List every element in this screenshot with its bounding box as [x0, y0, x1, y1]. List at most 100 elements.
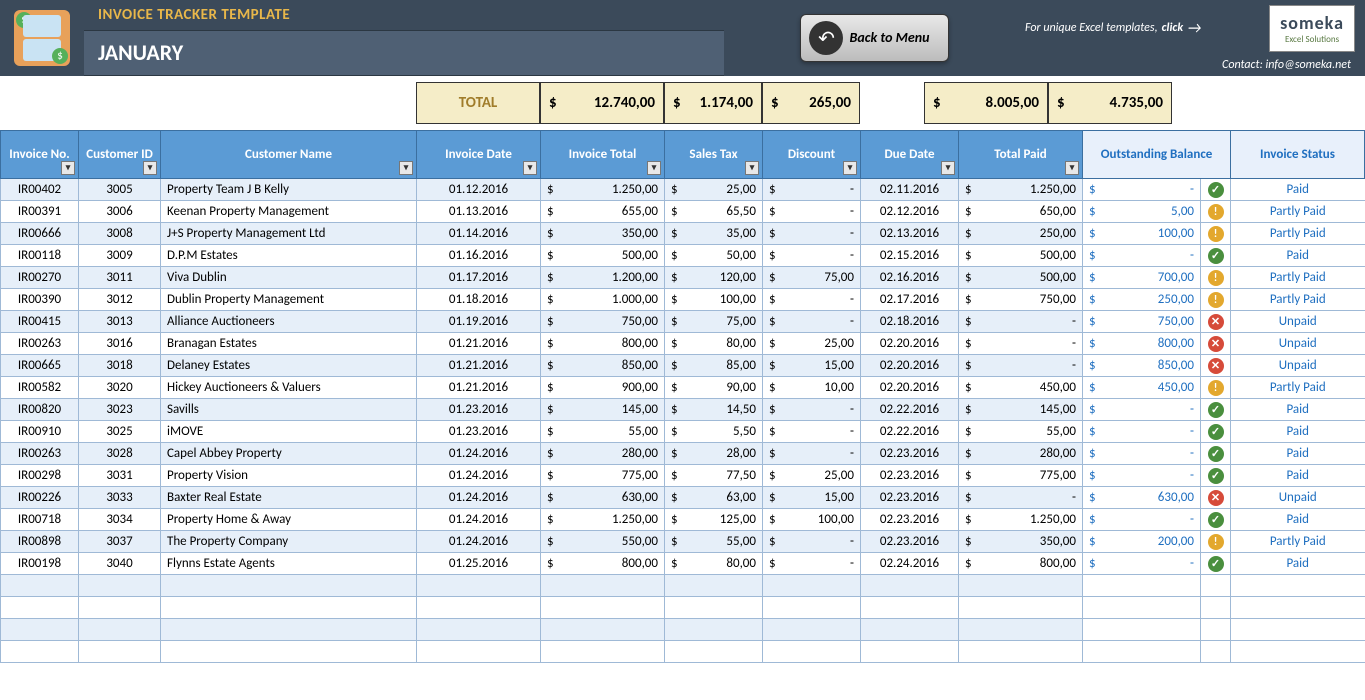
cell-total-paid[interactable]: $500,00	[959, 245, 1083, 267]
cell-discount[interactable]: $10,00	[763, 377, 861, 399]
cell-total-paid[interactable]: $450,00	[959, 377, 1083, 399]
cell-customer-name[interactable]: Savills	[161, 399, 417, 421]
cell-invoice-date[interactable]: 01.23.2016	[417, 399, 541, 421]
cell-customer-name[interactable]: Property Team J B Kelly	[161, 179, 417, 201]
cell-discount[interactable]: $100,00	[763, 509, 861, 531]
contact-info[interactable]: Contact: info@someka.net	[1025, 58, 1355, 72]
filter-icon[interactable]: ▾	[647, 161, 661, 175]
cell-discount[interactable]: $-	[763, 289, 861, 311]
cell-sales-tax[interactable]: $25,00	[665, 179, 763, 201]
cell-invoice-date[interactable]: 01.19.2016	[417, 311, 541, 333]
cell-customer-name[interactable]: Dublin Property Management	[161, 289, 417, 311]
cell-invoice-total[interactable]: $850,00	[541, 355, 665, 377]
cell-invoice-no[interactable]: IR00298	[1, 465, 79, 487]
cell-due-date[interactable]: 02.23.2016	[861, 509, 959, 531]
th-invoice-date[interactable]: Invoice Date▾	[417, 131, 541, 179]
cell-sales-tax[interactable]: $55,00	[665, 531, 763, 553]
cell-invoice-total[interactable]: $900,00	[541, 377, 665, 399]
cell-customer-name[interactable]: Branagan Estates	[161, 333, 417, 355]
cell-sales-tax[interactable]: $50,00	[665, 245, 763, 267]
cell-invoice-date[interactable]: 01.23.2016	[417, 421, 541, 443]
cell-customer-id[interactable]: 3034	[79, 509, 161, 531]
table-row[interactable]: IR002633028Capel Abbey Property01.24.201…	[1, 443, 1365, 465]
cell-total-paid[interactable]: $145,00	[959, 399, 1083, 421]
cell-customer-id[interactable]: 3005	[79, 179, 161, 201]
cell-invoice-no[interactable]: IR00263	[1, 333, 79, 355]
table-row[interactable]: IR007183034Property Home & Away01.24.201…	[1, 509, 1365, 531]
cell-customer-id[interactable]: 3037	[79, 531, 161, 553]
cell-invoice-date[interactable]: 01.16.2016	[417, 245, 541, 267]
cell-invoice-no[interactable]: IR00898	[1, 531, 79, 553]
cell-discount[interactable]: $-	[763, 421, 861, 443]
table-row[interactable]: IR003913006Keenan Property Management01.…	[1, 201, 1365, 223]
cell-customer-name[interactable]: Property Vision	[161, 465, 417, 487]
cell-total-paid[interactable]: $-	[959, 333, 1083, 355]
cell-invoice-date[interactable]: 01.14.2016	[417, 223, 541, 245]
cell-customer-name[interactable]: iMOVE	[161, 421, 417, 443]
cell-customer-id[interactable]: 3040	[79, 553, 161, 575]
table-row-empty[interactable]	[1, 641, 1365, 663]
cell-discount[interactable]: $75,00	[763, 267, 861, 289]
cell-sales-tax[interactable]: $65,50	[665, 201, 763, 223]
cell-total-paid[interactable]: $-	[959, 311, 1083, 333]
cell-discount[interactable]: $25,00	[763, 465, 861, 487]
cell-customer-name[interactable]: Baxter Real Estate	[161, 487, 417, 509]
cell-due-date[interactable]: 02.23.2016	[861, 487, 959, 509]
cell-invoice-date[interactable]: 01.17.2016	[417, 267, 541, 289]
cell-invoice-date[interactable]: 01.18.2016	[417, 289, 541, 311]
cell-sales-tax[interactable]: $80,00	[665, 553, 763, 575]
cell-discount[interactable]: $-	[763, 179, 861, 201]
cell-due-date[interactable]: 02.18.2016	[861, 311, 959, 333]
cell-discount[interactable]: $-	[763, 553, 861, 575]
cell-invoice-total[interactable]: $280,00	[541, 443, 665, 465]
cell-total-paid[interactable]: $1.250,00	[959, 179, 1083, 201]
cell-customer-id[interactable]: 3011	[79, 267, 161, 289]
cell-due-date[interactable]: 02.23.2016	[861, 465, 959, 487]
table-row[interactable]: IR002703011Viva Dublin01.17.2016$1.200,0…	[1, 267, 1365, 289]
cell-invoice-date[interactable]: 01.21.2016	[417, 355, 541, 377]
table-row[interactable]: IR003903012Dublin Property Management01.…	[1, 289, 1365, 311]
cell-invoice-no[interactable]: IR00665	[1, 355, 79, 377]
cell-discount[interactable]: $25,00	[763, 333, 861, 355]
cell-invoice-no[interactable]: IR00910	[1, 421, 79, 443]
cell-customer-name[interactable]: Keenan Property Management	[161, 201, 417, 223]
cell-sales-tax[interactable]: $120,00	[665, 267, 763, 289]
cell-total-paid[interactable]: $500,00	[959, 267, 1083, 289]
cell-sales-tax[interactable]: $85,00	[665, 355, 763, 377]
cell-invoice-no[interactable]: IR00198	[1, 553, 79, 575]
cell-due-date[interactable]: 02.23.2016	[861, 531, 959, 553]
cell-invoice-no[interactable]: IR00666	[1, 223, 79, 245]
th-invoice-no[interactable]: Invoice No.▾	[1, 131, 79, 179]
th-discount[interactable]: Discount▾	[763, 131, 861, 179]
table-row[interactable]: IR004023005Property Team J B Kelly01.12.…	[1, 179, 1365, 201]
cell-sales-tax[interactable]: $5,50	[665, 421, 763, 443]
filter-icon[interactable]: ▾	[143, 161, 157, 175]
cell-invoice-no[interactable]: IR00415	[1, 311, 79, 333]
cell-due-date[interactable]: 02.23.2016	[861, 443, 959, 465]
cell-sales-tax[interactable]: $77,50	[665, 465, 763, 487]
cell-customer-name[interactable]: D.P.M Estates	[161, 245, 417, 267]
cell-total-paid[interactable]: $800,00	[959, 553, 1083, 575]
cell-invoice-total[interactable]: $800,00	[541, 553, 665, 575]
table-row[interactable]: IR006663008J+S Property Management Ltd01…	[1, 223, 1365, 245]
th-sales-tax[interactable]: Sales Tax▾	[665, 131, 763, 179]
cell-due-date[interactable]: 02.24.2016	[861, 553, 959, 575]
cell-due-date[interactable]: 02.12.2016	[861, 201, 959, 223]
cell-invoice-no[interactable]: IR00226	[1, 487, 79, 509]
cell-discount[interactable]: $15,00	[763, 355, 861, 377]
cell-customer-id[interactable]: 3020	[79, 377, 161, 399]
cell-invoice-no[interactable]: IR00391	[1, 201, 79, 223]
cell-customer-id[interactable]: 3033	[79, 487, 161, 509]
cell-due-date[interactable]: 02.16.2016	[861, 267, 959, 289]
cell-total-paid[interactable]: $-	[959, 487, 1083, 509]
cell-invoice-total[interactable]: $750,00	[541, 311, 665, 333]
cell-invoice-date[interactable]: 01.21.2016	[417, 377, 541, 399]
cell-invoice-date[interactable]: 01.24.2016	[417, 509, 541, 531]
cell-customer-name[interactable]: J+S Property Management Ltd	[161, 223, 417, 245]
cell-sales-tax[interactable]: $125,00	[665, 509, 763, 531]
cell-total-paid[interactable]: $280,00	[959, 443, 1083, 465]
filter-icon[interactable]: ▾	[1065, 161, 1079, 175]
cell-invoice-no[interactable]: IR00263	[1, 443, 79, 465]
cell-discount[interactable]: $-	[763, 311, 861, 333]
cell-invoice-total[interactable]: $55,00	[541, 421, 665, 443]
